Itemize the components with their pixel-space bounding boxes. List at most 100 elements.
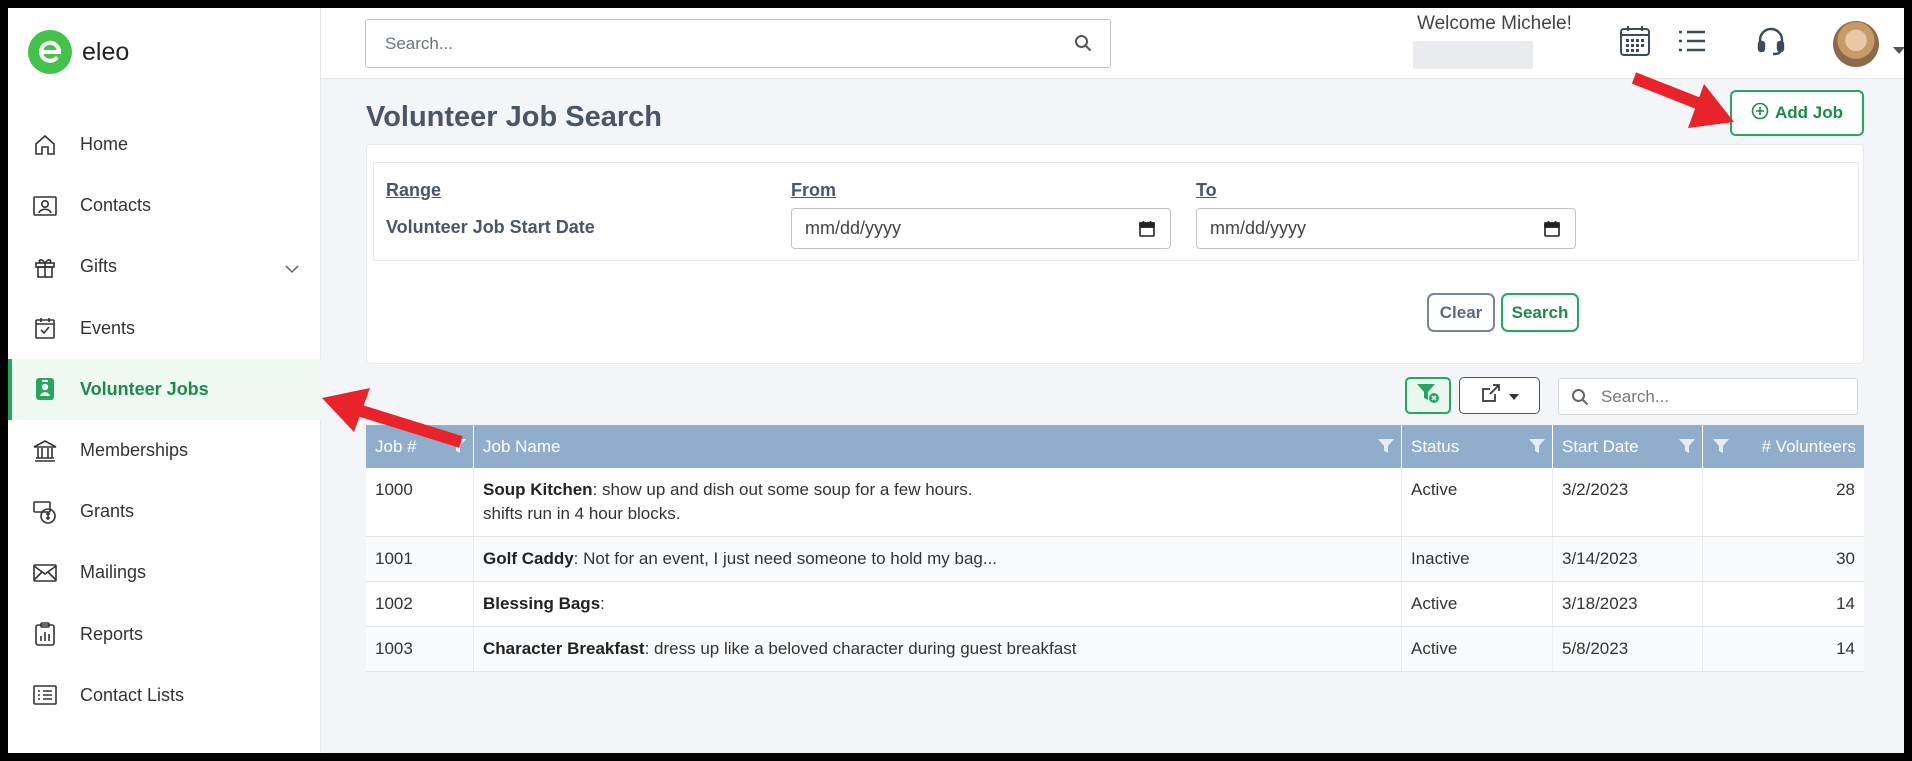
sidebar-item-contacts[interactable]: Contacts (8, 175, 321, 236)
export-icon (1481, 383, 1501, 408)
table-search-placeholder: Search... (1601, 386, 1670, 406)
avatar[interactable] (1833, 21, 1879, 67)
sidebar-item-home[interactable]: Home (8, 114, 321, 175)
search-placeholder: Search... (385, 33, 454, 53)
column-header-job-name[interactable]: Job Name (474, 425, 1402, 468)
job-status: Active (1402, 582, 1553, 626)
job-description: : (600, 594, 605, 613)
filter-icon[interactable] (1713, 438, 1729, 459)
job-number: 1003 (366, 627, 474, 671)
annotation-arrow-icon (1631, 72, 1734, 128)
caret-down-icon[interactable] (1893, 42, 1904, 60)
table-body: 1000 Soup Kitchen: show up and dish out … (366, 468, 1864, 672)
sidebar-item-gifts[interactable]: Gifts (8, 236, 321, 297)
job-volunteer-count: 14 (1836, 639, 1855, 658)
calendar-icon[interactable] (1544, 220, 1560, 242)
column-header-volunteers[interactable]: # Volunteers (1703, 425, 1864, 468)
money-icon (30, 497, 60, 527)
sidebar-item-reports[interactable]: Reports (8, 604, 321, 665)
job-volunteer-count: 14 (1836, 594, 1855, 613)
sidebar-item-label: Reports (80, 623, 144, 644)
range-label: Volunteer Job Start Date (386, 217, 595, 237)
clear-button[interactable]: Clear (1427, 293, 1495, 332)
clear-filters-button[interactable] (1405, 377, 1451, 414)
sidebar-item-grants[interactable]: Grants (8, 481, 321, 542)
app-window: eleo Home Contacts Gifts Events Voluntee… (8, 8, 1904, 753)
search-icon[interactable] (1074, 34, 1092, 57)
job-status: Inactive (1402, 537, 1553, 581)
to-date-field[interactable]: mm/dd/yyyy (1196, 208, 1576, 249)
table-header-row: Job # Job Name Status Start Date # Volun… (366, 425, 1864, 468)
job-start-date: 3/14/2023 (1553, 537, 1703, 581)
job-name[interactable]: Character Breakfast (483, 639, 645, 658)
sidebar-item-mailings[interactable]: Mailings (8, 542, 321, 603)
to-date-value: mm/dd/yyyy (1210, 218, 1307, 238)
task-list-icon[interactable] (1677, 28, 1707, 59)
top-bar: Search... Welcome Michele! (321, 8, 1904, 79)
global-search-input[interactable]: Search... (365, 19, 1111, 68)
job-volunteer-count: 28 (1836, 480, 1855, 499)
contact-card-icon (30, 191, 60, 221)
sidebar-item-label: Home (80, 134, 129, 155)
caret-down-icon (1508, 387, 1519, 405)
job-status: Active (1402, 468, 1553, 536)
column-label: # Volunteers (1761, 436, 1856, 456)
job-name[interactable]: Golf Caddy (483, 549, 574, 568)
job-start-date: 3/18/2023 (1553, 582, 1703, 626)
sidebar-nav: Home Contacts Gifts Events Volunteer Job… (8, 114, 321, 726)
table-row[interactable]: 1001 Golf Caddy: Not for an event, I jus… (366, 537, 1864, 582)
add-job-button[interactable]: Add Job (1730, 90, 1864, 136)
job-description: : show up and dish out some soup for a f… (592, 480, 973, 499)
filter-clear-icon (1416, 382, 1440, 409)
sidebar-item-label: Memberships (80, 440, 189, 461)
table-search-input[interactable]: Search... (1558, 378, 1858, 415)
job-name[interactable]: Blessing Bags (483, 594, 600, 613)
chevron-down-icon[interactable] (285, 258, 299, 279)
table-row[interactable]: 1000 Soup Kitchen: show up and dish out … (366, 468, 1864, 537)
eleo-logo-icon (28, 30, 72, 74)
table-row[interactable]: 1003 Character Breakfast: dress up like … (366, 627, 1864, 672)
filter-icon[interactable] (1529, 438, 1545, 459)
from-date-value: mm/dd/yyyy (805, 218, 902, 238)
search-button[interactable]: Search (1501, 293, 1579, 332)
column-header-start-date[interactable]: Start Date (1553, 425, 1703, 468)
job-start-date: 5/8/2023 (1553, 627, 1703, 671)
envelope-icon (30, 558, 60, 588)
column-header-status[interactable]: Status (1402, 425, 1553, 468)
filter-icon[interactable] (1679, 438, 1695, 459)
export-dropdown-button[interactable] (1459, 377, 1540, 414)
job-description: : Not for an event, I just need someone … (573, 549, 998, 568)
job-number: 1000 (366, 468, 474, 536)
from-date-field[interactable]: mm/dd/yyyy (791, 208, 1171, 249)
sidebar-item-volunteer-jobs[interactable]: Volunteer Jobs (8, 358, 321, 421)
sidebar-item-contact-lists[interactable]: Contact Lists (8, 665, 321, 726)
sidebar-item-label: Contact Lists (80, 684, 185, 705)
column-label: Start Date (1562, 436, 1639, 456)
logo[interactable]: eleo (28, 30, 129, 74)
annotation-arrow-icon (322, 388, 463, 448)
sidebar-item-label: Mailings (80, 562, 147, 583)
job-description: : dress up like a beloved character duri… (644, 639, 1077, 658)
add-job-label: Add Job (1775, 103, 1843, 122)
job-name-cell: Blessing Bags: (474, 582, 1402, 626)
filter-icon[interactable] (1378, 438, 1394, 459)
sidebar-item-label: Gifts (80, 256, 118, 277)
sidebar-item-events[interactable]: Events (8, 298, 321, 359)
sidebar-item-memberships[interactable]: Memberships (8, 420, 321, 481)
job-name[interactable]: Soup Kitchen (483, 480, 593, 499)
calendar-icon[interactable] (1139, 220, 1155, 242)
calendar-grid-icon[interactable] (1619, 24, 1651, 63)
job-number: 1002 (366, 582, 474, 626)
job-number: 1001 (366, 537, 474, 581)
sidebar-item-label: Volunteer Jobs (80, 378, 209, 399)
volunteer-jobs-table: Job # Job Name Status Start Date # Volun… (366, 425, 1864, 672)
plus-circle-icon (1751, 102, 1769, 125)
calendar-check-icon (30, 313, 60, 343)
from-header: From (791, 180, 836, 200)
column-label: Status (1411, 436, 1460, 456)
column-label: Job Name (483, 436, 561, 456)
table-row[interactable]: 1002 Blessing Bags: Active 3/18/2023 14 (366, 582, 1864, 627)
job-name-cell: Golf Caddy: Not for an event, I just nee… (474, 537, 1402, 581)
list-icon (30, 680, 60, 710)
headset-support-icon[interactable] (1756, 26, 1786, 61)
